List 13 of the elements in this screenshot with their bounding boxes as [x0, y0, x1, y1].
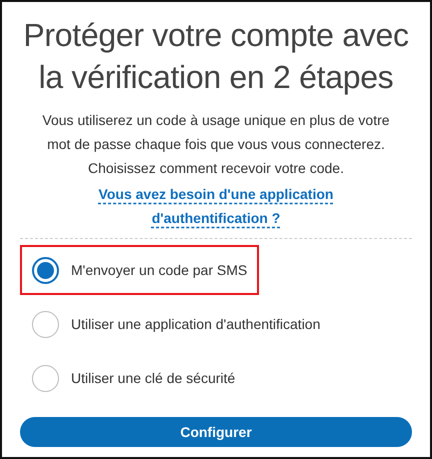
page-title: Protéger votre compte avec la vérification en 2 étapes [22, 16, 410, 97]
method-option[interactable]: Utiliser une application d'authentification [20, 299, 332, 349]
method-option[interactable]: Utiliser une clé de sécurité [20, 353, 248, 403]
option-label: Utiliser une clé de sécurité [71, 370, 236, 386]
radio-button[interactable] [32, 310, 59, 338]
method-option[interactable]: M'envoyer un code par SMS [20, 245, 260, 295]
configure-button[interactable]: Configurer [20, 417, 412, 447]
option-label: Utiliser une application d'authentification [71, 316, 320, 332]
description-text: Vous utiliserez un code à usage unique en plus de votre mot de passe chaque fois que vous vous connecterez. Choisissez comment recevoir votre code. [41, 111, 391, 178]
radio-button[interactable] [32, 364, 59, 392]
radio-button[interactable] [32, 256, 59, 284]
help-link[interactable]: Vous avez besoin d'une application d'authentification ? [91, 182, 341, 230]
option-label: M'envoyer un code par SMS [71, 262, 248, 278]
